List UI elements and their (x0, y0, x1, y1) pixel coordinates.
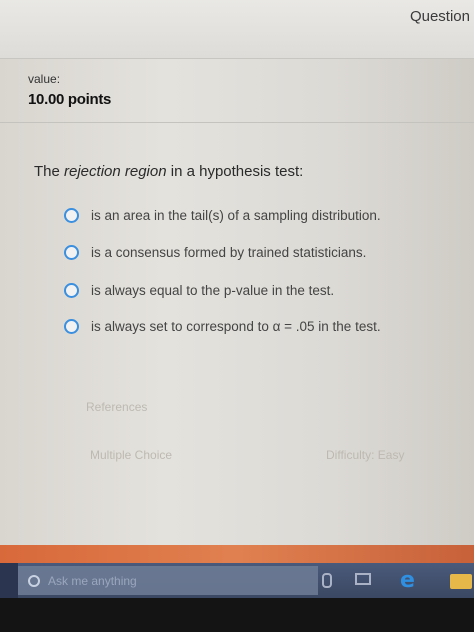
question-text-after: in a hypothesis test: (166, 163, 304, 180)
windows-taskbar: Ask me anything e (0, 563, 474, 598)
question-number-label: Question (409, 8, 470, 25)
cortana-search-box[interactable]: Ask me anything (18, 566, 318, 595)
radio-button[interactable] (64, 208, 79, 223)
value-label: value: (28, 72, 61, 86)
references-link[interactable]: References (86, 400, 147, 414)
edge-browser-icon[interactable]: e (400, 568, 415, 593)
answer-option-2[interactable]: is a consensus formed by trained statist… (64, 245, 366, 260)
search-placeholder: Ask me anything (48, 573, 137, 588)
task-view-icon[interactable] (355, 573, 371, 585)
answer-option-4[interactable]: is always set to correspond to α = .05 i… (64, 319, 381, 334)
answer-option-label: is a consensus formed by trained statist… (91, 245, 367, 260)
answer-option-3[interactable]: is always equal to the p-value in the te… (64, 283, 334, 298)
start-button[interactable] (0, 563, 18, 598)
radio-button[interactable] (64, 283, 79, 298)
points-value: 10.00 points (28, 91, 112, 108)
question-type-label: Multiple Choice (90, 448, 173, 462)
accent-stripe (0, 545, 474, 563)
browser-page: Question value: 10.00 points The rejecti… (0, 0, 474, 545)
question-prompt: The rejection region in a hypothesis tes… (34, 163, 303, 180)
question-text-emphasis: rejection region (64, 163, 167, 180)
answer-option-label: is always set to correspond to α = .05 i… (91, 319, 381, 334)
monitor-bezel (0, 598, 474, 632)
difficulty-label: Difficulty: Easy (326, 448, 405, 462)
file-explorer-icon[interactable] (450, 574, 472, 589)
answer-option-label: is always equal to the p-value in the te… (91, 283, 335, 298)
answer-option-label: is an area in the tail(s) of a sampling … (91, 208, 381, 223)
answer-option-1[interactable]: is an area in the tail(s) of a sampling … (64, 208, 381, 223)
question-text-before: The (34, 163, 65, 180)
microphone-icon[interactable] (322, 573, 332, 588)
value-panel: value: 10.00 points (0, 58, 474, 123)
top-bar: Question (0, 0, 474, 59)
radio-button[interactable] (64, 245, 79, 260)
radio-button[interactable] (64, 319, 79, 334)
cortana-icon (28, 574, 40, 587)
